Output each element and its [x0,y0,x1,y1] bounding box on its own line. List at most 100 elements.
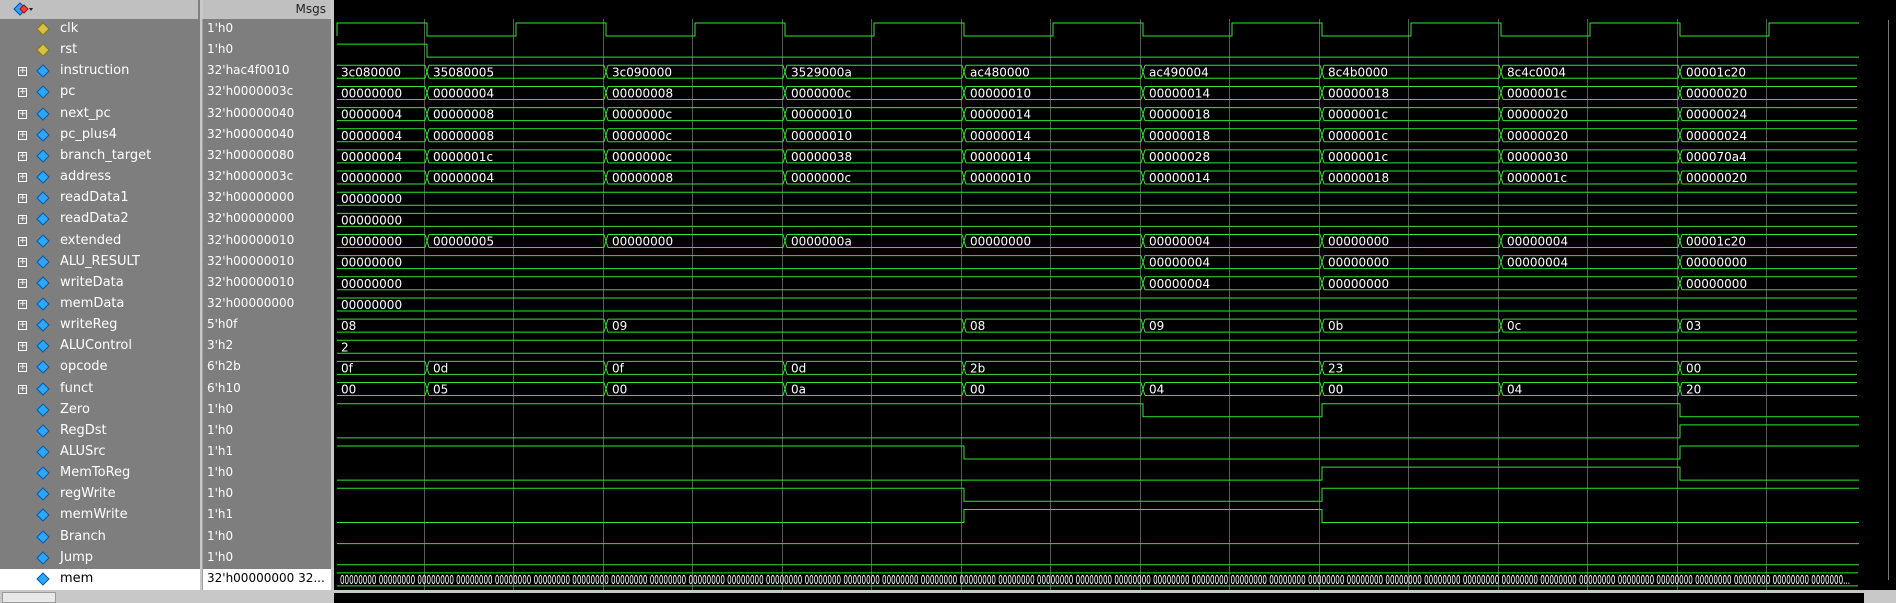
bus-value-label: 8c4b0000 [1328,65,1388,79]
expand-plus-icon[interactable]: + [18,384,27,394]
signal-diamond-icon [36,572,50,586]
signal-row[interactable]: + opcode [0,357,200,378]
expand-plus-icon[interactable]: + [18,215,27,225]
signal-value: 32'h00000000 [207,190,295,205]
bus-value-label: 35080005 [433,65,494,79]
bus-value-label: 0f [612,361,625,375]
bus-value-label: 04 [1507,383,1522,397]
signal-row[interactable]: + readData2 [0,209,200,230]
expand-plus-icon[interactable]: + [18,363,27,373]
modelsim-wave-icon[interactable] [12,1,34,17]
waveform-pane[interactable]: 3c080000 35080005 3c090000 3529000a ac480000… [334,19,1864,590]
signal-diamond-icon [36,149,50,163]
expand-plus-icon[interactable]: + [18,299,27,309]
signal-name: rst [60,42,78,58]
expand-plus-icon[interactable]: + [18,194,27,204]
bus-value-label: 00000000 [341,171,402,185]
expand-plus-icon[interactable]: + [18,342,27,352]
signal-row[interactable]: memWrite [0,505,200,526]
bus-value-label: 00000000 [1686,277,1747,291]
bus-value-label: 00000038 [791,150,852,164]
signal-value: 5'h0f [207,317,238,332]
bus-value-label: 05 [433,383,448,397]
expand-plus-icon[interactable]: + [18,88,27,98]
expand-plus-icon[interactable]: + [18,574,27,584]
signal-value: 32'h00000040 [207,126,295,141]
signal-row[interactable]: + next_pc [0,104,200,125]
bus-value-label: 08 [341,319,356,333]
bus-value-label: 00000004 [1149,235,1210,249]
signal-value-row: 32'hac4f0010 [203,61,331,82]
expand-plus-icon[interactable]: + [18,278,27,288]
signal-value: 1'h0 [207,21,234,35]
expand-plus-icon[interactable]: + [18,67,27,77]
bus-value-label: 00000000 [341,86,402,100]
signal-values-pane: 1'h0 1'h0 32'hac4f0010 32'h0000003c 32'h0000… [202,19,331,590]
signal-row[interactable]: + ALUControl [0,336,200,357]
vertical-scrollbar[interactable] [1864,0,1896,603]
signal-row[interactable]: + memData [0,294,200,315]
expand-plus-icon[interactable]: + [18,130,27,140]
expand-plus-icon[interactable]: + [18,109,27,119]
signal-diamond-icon [36,170,50,184]
signal-diamond-icon [36,22,50,36]
bus-value-label: 00000010 [970,171,1031,185]
expand-plus-icon[interactable]: + [18,321,27,331]
signal-row[interactable]: + branch_target [0,146,200,167]
bus-value-label: 3c090000 [612,65,672,79]
signal-row[interactable]: RegDst [0,421,200,442]
bus-value-label: 23 [1328,361,1343,375]
signal-row[interactable]: regWrite [0,484,200,505]
horizontal-scrollbar[interactable] [0,590,1896,603]
signal-row[interactable]: clk [0,19,200,40]
expand-plus-icon[interactable]: + [18,151,27,161]
scroll-thumb[interactable] [2,592,56,603]
bus-value-label: 00000005 [433,235,494,249]
expand-plus-icon[interactable]: + [18,236,27,246]
bus-value-label: ac490004 [1149,65,1209,79]
signal-row[interactable]: + funct [0,379,200,400]
bus-value-label: 00 [970,383,985,397]
signal-row[interactable]: rst [0,40,200,61]
signal-row[interactable]: + readData1 [0,188,200,209]
signal-value-row: 32'h00000010 [203,252,331,273]
signal-name: writeData [60,274,124,290]
bus-value-label: 00000000 [341,213,402,227]
bus-value-label: 00000004 [1149,256,1210,270]
signal-name: instruction [60,63,130,79]
bus-value-label: 0000001c [1328,108,1388,122]
bus-value-label: 00 [1328,383,1343,397]
bus-value-label: 00000018 [1149,108,1210,122]
bus-value-label: 00000000 [1328,235,1389,249]
bus-value-label: 0000001c [1507,171,1567,185]
wave-window-header: Msgs [0,0,1896,19]
signal-row[interactable]: Zero [0,400,200,421]
signal-row[interactable]: + address [0,167,200,188]
signal-row[interactable]: ALUSrc [0,442,200,463]
expand-plus-icon[interactable]: + [18,173,27,183]
bus-value-label: 00000008 [433,129,494,143]
signal-value: 1'h0 [207,42,234,57]
signal-row[interactable]: + pc_plus4 [0,125,200,146]
signal-row[interactable]: Branch [0,527,200,548]
signal-row[interactable]: + ALU_RESULT [0,252,200,273]
expand-plus-icon[interactable]: + [18,257,27,267]
bus-value-label: 00000014 [1149,86,1210,100]
signal-row[interactable]: + extended [0,231,200,252]
signal-row[interactable]: Jump [0,548,200,569]
signal-name: Jump [60,549,93,565]
signal-row[interactable]: + instruction [0,61,200,82]
bus-value-label: 00000008 [612,86,673,100]
bus-value-label: 00000000 [1328,256,1389,270]
signal-value-row: 32'h00000040 [203,125,331,146]
signal-row[interactable]: MemToReg [0,463,200,484]
signal-row[interactable]: + mem [0,568,200,590]
signal-row[interactable]: + writeReg [0,315,200,336]
signal-name: opcode [60,359,108,375]
signal-row[interactable]: + pc [0,82,200,103]
bus-value-label: 00000000 [970,235,1031,249]
signal-name: RegDst [60,422,107,438]
signal-name: memData [60,295,125,311]
signal-name: funct [60,380,94,396]
signal-row[interactable]: + writeData [0,273,200,294]
